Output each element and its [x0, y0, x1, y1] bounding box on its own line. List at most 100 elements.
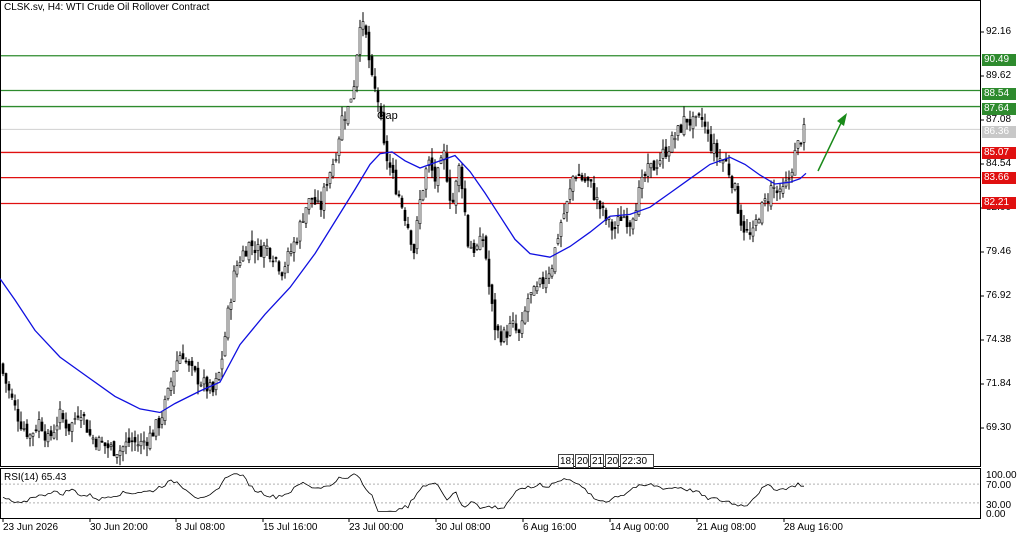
level-tag-green[interactable]: 87.64 — [982, 103, 1016, 115]
candle-body — [739, 209, 743, 226]
candle-body — [796, 140, 800, 149]
candle-body — [358, 27, 362, 55]
candle-body — [586, 176, 590, 181]
candle-body — [391, 164, 395, 173]
chart-canvas[interactable] — [0, 0, 1024, 538]
candle-body — [19, 421, 23, 430]
candle-body — [769, 185, 773, 207]
candle-body — [694, 115, 698, 118]
time-tick: 23 Jul 00:00 — [349, 522, 404, 533]
candle-body — [700, 117, 704, 120]
candle-body — [508, 323, 512, 336]
candle-body — [766, 201, 770, 203]
candle-body — [85, 419, 89, 433]
chart-title: CLSK.sv, H4: WTI Crude Oil Rollover Cont… — [4, 2, 210, 13]
candle-body — [625, 215, 629, 228]
candle-body — [712, 143, 716, 154]
trading-chart[interactable]: CLSK.sv, H4: WTI Crude Oil Rollover Cont… — [0, 0, 1024, 538]
candle-body — [58, 408, 62, 424]
time-tick: 21 Aug 08:00 — [697, 522, 756, 533]
level-tag-green[interactable]: 90.49 — [982, 54, 1016, 66]
level-tag-red[interactable]: 82.21 — [982, 197, 1016, 209]
time-tick: 30 Jul 08:00 — [436, 522, 491, 533]
time-tick: 23 Jun 2026 — [3, 522, 59, 533]
candle-body — [376, 90, 380, 103]
candle-body — [349, 98, 353, 103]
price-tick: 69.30 — [986, 422, 1012, 433]
candle-body — [418, 199, 422, 224]
candle-body — [229, 302, 233, 310]
candle-body — [91, 437, 95, 440]
candle-body — [109, 444, 113, 447]
candle-body — [730, 176, 734, 189]
candle-body — [763, 198, 767, 202]
candle-body — [145, 441, 149, 446]
candle-body — [538, 278, 542, 285]
candle-body — [703, 121, 707, 127]
candle-body — [388, 162, 392, 168]
current-price-tag: 86.36 — [982, 126, 1016, 138]
candle-body — [781, 186, 785, 194]
candle-body — [517, 329, 521, 333]
candle-body — [337, 138, 341, 156]
level-tag-red[interactable]: 85.07 — [982, 147, 1016, 159]
candle-body — [307, 198, 311, 210]
level-tag-green[interactable]: 88.54 — [982, 88, 1016, 100]
candle-body — [361, 21, 365, 30]
candle-body — [403, 209, 407, 221]
candle-body — [73, 418, 77, 420]
navigator-item[interactable]: 21 — [590, 454, 604, 468]
candle-body — [244, 250, 248, 257]
candle-body — [754, 219, 758, 226]
level-tag-red[interactable]: 83.66 — [982, 172, 1016, 184]
candle-body — [31, 432, 35, 437]
candle-body — [457, 165, 461, 186]
candle-body — [802, 124, 806, 143]
candle-body — [544, 278, 548, 289]
candle-body — [274, 257, 278, 259]
candle-body — [790, 171, 794, 177]
candle-body — [532, 286, 536, 296]
candle-body — [169, 381, 173, 391]
candle-body — [265, 245, 269, 249]
candle-body — [421, 190, 425, 201]
candle-body — [118, 450, 122, 456]
candle-body — [514, 323, 518, 331]
candle-body — [157, 418, 161, 429]
candle-body — [43, 431, 47, 441]
candle-body — [328, 172, 332, 185]
candle-body — [7, 383, 11, 391]
candle-body — [184, 360, 188, 363]
candle-body — [400, 197, 404, 208]
candle-body — [148, 432, 152, 449]
candle-body — [484, 236, 488, 259]
candle-body — [106, 443, 110, 449]
candles — [1, 12, 806, 466]
candle-body — [25, 423, 29, 437]
candle-body — [355, 54, 359, 88]
candle-body — [613, 227, 617, 230]
horizontal-levels[interactable] — [1, 55, 980, 205]
candle-body — [760, 202, 764, 224]
navigator-item[interactable]: 22:30 — [620, 454, 654, 468]
candle-body — [28, 434, 32, 439]
navigator-item[interactable]: 18: — [558, 454, 574, 468]
price-tick: 87.08 — [986, 114, 1012, 125]
navigator-item[interactable]: 20 — [575, 454, 589, 468]
candle-body — [103, 442, 107, 447]
trend-arrow[interactable] — [817, 113, 847, 172]
time-tick: 14 Aug 00:00 — [610, 522, 669, 533]
candle-body — [40, 421, 44, 432]
candle-body — [124, 441, 128, 448]
candle-body — [223, 336, 227, 357]
candle-body — [562, 213, 566, 219]
price-tick: 71.84 — [986, 378, 1012, 389]
candle-body — [436, 167, 440, 186]
candle-body — [154, 419, 158, 437]
candle-body — [319, 200, 323, 210]
candle-body — [82, 414, 86, 417]
candle-body — [364, 25, 368, 35]
candle-body — [259, 245, 263, 257]
candle-body — [256, 244, 260, 251]
navigator-item[interactable]: 20 — [605, 454, 619, 468]
